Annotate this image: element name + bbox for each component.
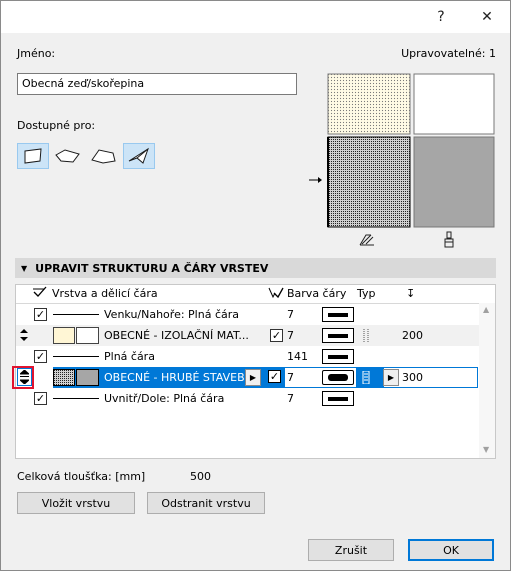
play-arrow-icon: ▶ — [387, 373, 395, 382]
header-type: Typ — [357, 287, 376, 300]
scroll-up-icon[interactable]: ▲ — [483, 305, 489, 314]
row-visibility-checkbox[interactable]: ✓ — [34, 308, 47, 321]
close-button[interactable]: ✕ — [467, 1, 507, 33]
table-row-selected[interactable]: OBECNÉ - HRUBÉ STAVEB... ▶ ✓ 7 ▶ 300 — [12, 366, 479, 389]
row-label: OBECNÉ - IZOLAČNÍ MAT... — [104, 329, 249, 342]
row-label: Plná čára — [104, 350, 155, 363]
preview-canvas — [327, 73, 495, 228]
play-arrow-icon: ▶ — [249, 373, 257, 382]
name-label: Jméno: — [17, 47, 56, 60]
line-sample — [53, 314, 99, 315]
total-thickness-value: 500 — [190, 470, 211, 483]
editable-count: Upravovatelné: 1 — [401, 47, 496, 60]
fill-background-swatch[interactable] — [76, 327, 99, 344]
available-shell-button[interactable] — [123, 143, 155, 169]
type-cell-selected — [356, 367, 384, 388]
section-title: UPRAVIT STRUKTURU A ČÁRY VRSTEV — [35, 261, 269, 275]
section-header-structure[interactable]: ▼ UPRAVIT STRUKTURU A ČÁRY VRSTEV — [15, 258, 496, 278]
table-row[interactable]: ✓ Uvnitř/Dole: Plná čára 7 — [16, 388, 479, 409]
fill-swatch-masonry[interactable] — [53, 369, 75, 386]
structure-preview — [327, 73, 495, 229]
line-sample — [53, 398, 99, 399]
name-input[interactable]: Obecná zeď/skořepina — [17, 73, 297, 95]
row-visibility-checkbox[interactable]: ✓ — [34, 392, 47, 405]
cancel-button[interactable]: Zrušit — [308, 539, 394, 561]
preview-skew-icon — [359, 234, 374, 246]
layer-type-icon[interactable] — [362, 370, 370, 385]
scroll-down-icon[interactable]: ▼ — [483, 445, 489, 454]
table-row[interactable]: ✓ Plná čára 141 — [16, 346, 479, 367]
layer-grid: Vrstva a dělicí čára Barva čáry Typ ↧ ✓ … — [12, 284, 496, 459]
header-layer: Vrstva a dělicí čára — [52, 287, 158, 300]
total-thickness-label: Celková tloušťka: [mm] — [17, 470, 146, 483]
row-line-sample — [322, 307, 354, 322]
type-menu-button[interactable]: ▶ — [383, 369, 399, 386]
header-thickness-icon: ↧ — [406, 287, 416, 300]
row-pen-override-checkbox[interactable]: ✓ — [268, 370, 281, 383]
building-material-menu-button[interactable]: ▶ — [245, 369, 261, 386]
available-wall-button[interactable] — [17, 143, 49, 169]
row-pen-value[interactable]: 7 — [287, 325, 294, 346]
row-line-sample — [322, 328, 354, 343]
available-label: Dostupné pro: — [17, 119, 96, 132]
row-pen-value[interactable]: 141 — [287, 346, 308, 367]
row-pen-value[interactable]: 7 — [287, 388, 294, 409]
dialog-content: Jméno: Upravovatelné: 1 Obecná zeď/skoře… — [1, 33, 510, 570]
dialog-window: ? ✕ Jméno: Upravovatelné: 1 Obecná zeď/s… — [0, 0, 511, 571]
help-button[interactable]: ? — [421, 1, 461, 33]
insert-layer-button[interactable]: Vložit vrstvu — [17, 492, 135, 514]
shell-element-icon — [128, 147, 149, 164]
fill-swatch-insulation[interactable] — [53, 327, 75, 344]
ok-button[interactable]: OK — [408, 539, 494, 561]
row-pen-override-checkbox[interactable]: ✓ — [270, 329, 283, 342]
close-icon: ✕ — [481, 9, 493, 25]
row-thickness[interactable]: 200 — [402, 325, 423, 346]
row-line-sample — [322, 370, 354, 385]
row-label: Uvnitř/Dole: Plná čára — [104, 392, 225, 405]
direction-arrow-icon — [309, 177, 322, 183]
collapse-triangle-icon[interactable]: ▼ — [21, 264, 27, 273]
drag-handle-icon[interactable] — [17, 368, 32, 386]
drag-handle-icon[interactable] — [20, 325, 28, 346]
available-slab-button[interactable] — [51, 143, 83, 169]
roof-element-icon — [91, 149, 116, 164]
available-roof-button[interactable] — [87, 143, 119, 169]
row-label: Venku/Nahoře: Plná čára — [104, 308, 239, 321]
row-visibility-checkbox[interactable]: ✓ — [34, 350, 47, 363]
wall-element-icon — [24, 148, 42, 164]
row-thickness[interactable]: 300 — [402, 367, 423, 388]
grid-scrollbar[interactable]: ▲ ▼ — [479, 303, 495, 458]
header-pen-check-icon[interactable] — [268, 285, 284, 303]
fill-background-swatch[interactable] — [76, 369, 99, 386]
title-bar: ? ✕ — [1, 1, 510, 33]
table-row[interactable]: ✓ Venku/Nahoře: Plná čára 7 — [16, 304, 479, 325]
preview-brush-icon — [444, 231, 454, 248]
header-visibility-check-icon[interactable] — [32, 285, 48, 303]
remove-layer-button[interactable]: Odstranit vrstvu — [147, 492, 265, 514]
layer-type-icon[interactable] — [362, 329, 370, 342]
row-pen-value[interactable]: 7 — [287, 367, 294, 388]
help-icon: ? — [437, 9, 445, 25]
line-sample — [53, 356, 99, 357]
row-pen-value[interactable]: 7 — [287, 304, 294, 325]
row-line-sample — [322, 391, 354, 406]
row-line-sample — [322, 349, 354, 364]
row-label: OBECNÉ - HRUBÉ STAVEB... — [104, 371, 256, 384]
table-row[interactable]: OBECNÉ - IZOLAČNÍ MAT... ✓ 7 200 — [16, 325, 479, 346]
slab-element-icon — [55, 149, 80, 163]
header-pen: Barva čáry — [287, 287, 347, 300]
